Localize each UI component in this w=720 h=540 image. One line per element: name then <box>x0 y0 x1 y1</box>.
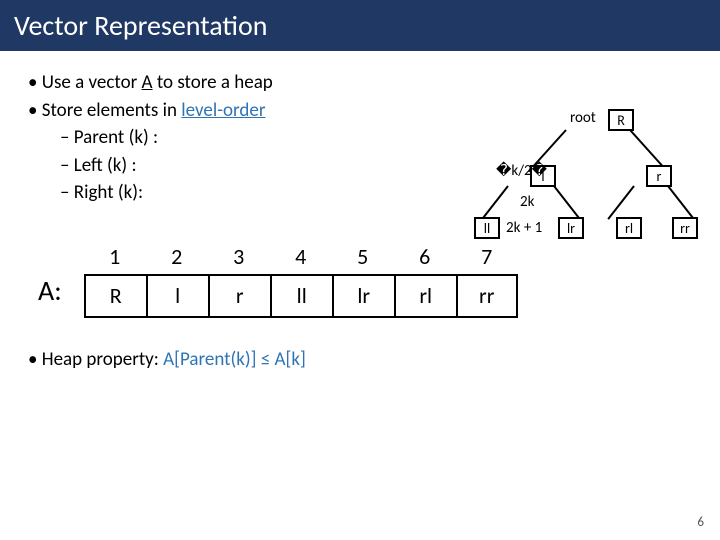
heap-property-formula: A[Parent(k)] ≤ A[k] <box>163 348 306 371</box>
vector-name: A <box>142 71 153 94</box>
array-col: 5 lr <box>332 243 394 318</box>
array-index: 3 <box>233 243 244 270</box>
text: to store a heap <box>153 71 273 94</box>
array-col: 3 r <box>208 243 270 318</box>
node-root: R <box>608 109 634 131</box>
array-col: 2 l <box>146 243 208 318</box>
bullet-use-vector: Use a vector A to store a heap <box>28 69 692 97</box>
array-cell: lr <box>332 274 394 318</box>
text: Store elements in <box>42 99 182 122</box>
array-label: A: <box>38 273 62 318</box>
annotation-2k1: 2k + 1 <box>506 219 542 237</box>
array-cell: ll <box>270 274 332 318</box>
annotation-kdiv2: �k/2� <box>496 161 547 180</box>
array-col: 4 ll <box>270 243 332 318</box>
edge <box>553 185 580 219</box>
slide-body: Use a vector A to store a heap Store ele… <box>0 51 720 371</box>
array-cell: l <box>146 274 208 318</box>
node-rl: rl <box>616 217 642 239</box>
slide-title: Vector Representation <box>0 0 720 51</box>
array-col: 1 R <box>84 243 146 318</box>
node-rr: rr <box>672 217 698 239</box>
root-label: root <box>570 109 596 127</box>
edge <box>667 185 694 219</box>
array-index: 1 <box>109 243 120 270</box>
array-index: 2 <box>171 243 182 270</box>
array-cell: R <box>84 274 146 318</box>
page-number: 6 <box>697 515 704 530</box>
text: Heap property: <box>42 348 163 371</box>
array-cell: r <box>208 274 270 318</box>
node-r: r <box>646 165 672 187</box>
array-index: 5 <box>357 243 368 270</box>
heap-tree-diagram: root R l r �k/2� 2k ll lr rl rr 2k + 1 <box>418 109 698 289</box>
node-lr: lr <box>558 217 584 239</box>
edge <box>607 185 634 219</box>
level-order-link: level-order <box>181 99 265 122</box>
array-index: 4 <box>295 243 306 270</box>
annotation-2k: 2k <box>520 193 534 211</box>
bullet-heap-property: Heap property: A[Parent(k)] ≤ A[k] <box>28 348 692 371</box>
node-ll: ll <box>474 217 500 239</box>
text: Use a vector <box>42 71 142 94</box>
